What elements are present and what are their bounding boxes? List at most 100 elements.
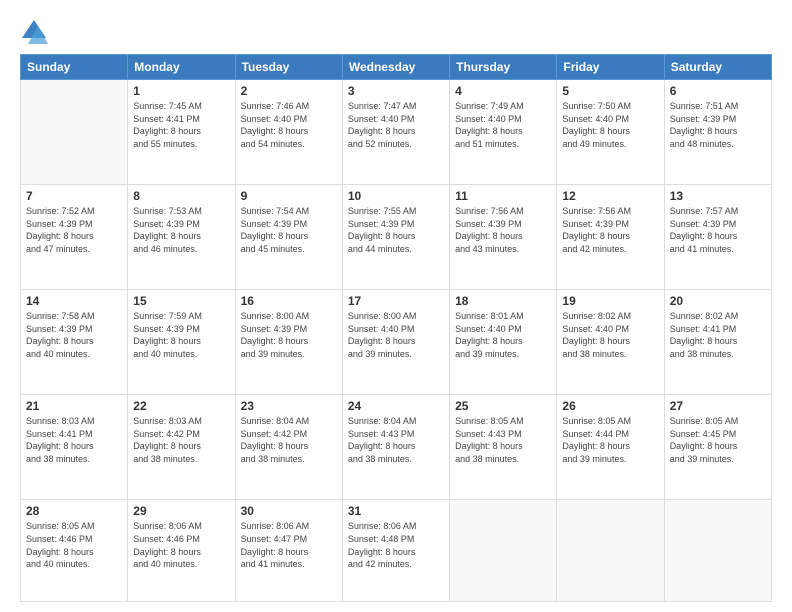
calendar-cell: 3 Sunrise: 7:47 AM Sunset: 4:40 PM Daylig…: [342, 80, 449, 185]
day-number: 15: [133, 294, 229, 308]
calendar-week-row: 7 Sunrise: 7:52 AM Sunset: 4:39 PM Daylig…: [21, 185, 772, 290]
day-number: 6: [670, 84, 766, 98]
calendar-cell: 26Sunrise: 8:05 AM Sunset: 4:44 PM Dayli…: [557, 395, 664, 500]
day-number: 30: [241, 504, 337, 518]
calendar-cell: 18 Sunrise: 8:01 AM Sunset: 4:40 PM Dayli…: [450, 290, 557, 395]
day-number: 23: [241, 399, 337, 413]
calendar-cell: 6 Sunrise: 7:51 AM Sunset: 4:39 PM Daylig…: [664, 80, 771, 185]
day-number: 4: [455, 84, 551, 98]
cell-info: Sunrise: 7:52 AM Sunset: 4:39 PM Dayligh…: [26, 205, 122, 255]
calendar-cell: 16 Sunrise: 8:00 AM Sunset: 4:39 PM Dayli…: [235, 290, 342, 395]
calendar-cell: 28Sunrise: 8:05 AM Sunset: 4:46 PM Dayli…: [21, 500, 128, 602]
cell-info: Sunrise: 8:02 AM Sunset: 4:41 PM Dayligh…: [670, 310, 766, 360]
calendar-table: SundayMondayTuesdayWednesdayThursdayFrid…: [20, 54, 772, 602]
day-number: 7: [26, 189, 122, 203]
day-number: 20: [670, 294, 766, 308]
day-number: 1: [133, 84, 229, 98]
calendar-cell: 20 Sunrise: 8:02 AM Sunset: 4:41 PM Dayli…: [664, 290, 771, 395]
cell-info: Sunrise: 7:55 AM Sunset: 4:39 PM Dayligh…: [348, 205, 444, 255]
day-number: 5: [562, 84, 658, 98]
weekday-header-friday: Friday: [557, 55, 664, 80]
calendar-cell: [664, 500, 771, 602]
cell-info: Sunrise: 7:49 AM Sunset: 4:40 PM Dayligh…: [455, 100, 551, 150]
calendar-cell: 27 Sunrise: 8:05 AM Sunset: 4:45 PM Dayli…: [664, 395, 771, 500]
calendar-cell: 5 Sunrise: 7:50 AM Sunset: 4:40 PM Daylig…: [557, 80, 664, 185]
cell-info: Sunrise: 8:05 AM Sunset: 4:43 PM Dayligh…: [455, 415, 551, 465]
cell-info: Sunrise: 8:00 AM Sunset: 4:39 PM Dayligh…: [241, 310, 337, 360]
day-number: 16: [241, 294, 337, 308]
cell-info: Sunrise: 7:57 AM Sunset: 4:39 PM Dayligh…: [670, 205, 766, 255]
calendar-week-row: 1 Sunrise: 7:45 AM Sunset: 4:41 PM Daylig…: [21, 80, 772, 185]
logo-icon: [20, 18, 48, 46]
calendar-cell: 30 Sunrise: 8:06 AM Sunset: 4:47 PM Dayli…: [235, 500, 342, 602]
calendar-cell: 21Sunrise: 8:03 AM Sunset: 4:41 PM Dayli…: [21, 395, 128, 500]
calendar-week-row: 28Sunrise: 8:05 AM Sunset: 4:46 PM Dayli…: [21, 500, 772, 602]
cell-info: Sunrise: 7:45 AM Sunset: 4:41 PM Dayligh…: [133, 100, 229, 150]
calendar-cell: 1 Sunrise: 7:45 AM Sunset: 4:41 PM Daylig…: [128, 80, 235, 185]
day-number: 28: [26, 504, 122, 518]
day-number: 8: [133, 189, 229, 203]
day-number: 11: [455, 189, 551, 203]
calendar-cell: 29 Sunrise: 8:06 AM Sunset: 4:46 PM Dayli…: [128, 500, 235, 602]
calendar-cell: 12Sunrise: 7:56 AM Sunset: 4:39 PM Dayli…: [557, 185, 664, 290]
day-number: 14: [26, 294, 122, 308]
calendar-cell: 22Sunrise: 8:03 AM Sunset: 4:42 PM Dayli…: [128, 395, 235, 500]
weekday-header-monday: Monday: [128, 55, 235, 80]
day-number: 17: [348, 294, 444, 308]
cell-info: Sunrise: 7:54 AM Sunset: 4:39 PM Dayligh…: [241, 205, 337, 255]
weekday-header-row: SundayMondayTuesdayWednesdayThursdayFrid…: [21, 55, 772, 80]
cell-info: Sunrise: 8:05 AM Sunset: 4:44 PM Dayligh…: [562, 415, 658, 465]
cell-info: Sunrise: 8:04 AM Sunset: 4:42 PM Dayligh…: [241, 415, 337, 465]
calendar-cell: [557, 500, 664, 602]
calendar-cell: 4 Sunrise: 7:49 AM Sunset: 4:40 PM Daylig…: [450, 80, 557, 185]
calendar-cell: 14 Sunrise: 7:58 AM Sunset: 4:39 PM Dayli…: [21, 290, 128, 395]
cell-info: Sunrise: 8:06 AM Sunset: 4:48 PM Dayligh…: [348, 520, 444, 570]
cell-info: Sunrise: 8:06 AM Sunset: 4:47 PM Dayligh…: [241, 520, 337, 570]
day-number: 3: [348, 84, 444, 98]
cell-info: Sunrise: 7:59 AM Sunset: 4:39 PM Dayligh…: [133, 310, 229, 360]
calendar-week-row: 14 Sunrise: 7:58 AM Sunset: 4:39 PM Dayli…: [21, 290, 772, 395]
day-number: 25: [455, 399, 551, 413]
cell-info: Sunrise: 7:53 AM Sunset: 4:39 PM Dayligh…: [133, 205, 229, 255]
day-number: 29: [133, 504, 229, 518]
cell-info: Sunrise: 7:58 AM Sunset: 4:39 PM Dayligh…: [26, 310, 122, 360]
calendar-cell: 11 Sunrise: 7:56 AM Sunset: 4:39 PM Dayli…: [450, 185, 557, 290]
weekday-header-tuesday: Tuesday: [235, 55, 342, 80]
cell-info: Sunrise: 8:04 AM Sunset: 4:43 PM Dayligh…: [348, 415, 444, 465]
day-number: 9: [241, 189, 337, 203]
cell-info: Sunrise: 7:46 AM Sunset: 4:40 PM Dayligh…: [241, 100, 337, 150]
calendar-cell: [450, 500, 557, 602]
weekday-header-sunday: Sunday: [21, 55, 128, 80]
page: SundayMondayTuesdayWednesdayThursdayFrid…: [0, 0, 792, 612]
cell-info: Sunrise: 7:47 AM Sunset: 4:40 PM Dayligh…: [348, 100, 444, 150]
logo: [20, 18, 52, 46]
cell-info: Sunrise: 7:51 AM Sunset: 4:39 PM Dayligh…: [670, 100, 766, 150]
header: [20, 18, 772, 46]
cell-info: Sunrise: 7:56 AM Sunset: 4:39 PM Dayligh…: [455, 205, 551, 255]
day-number: 24: [348, 399, 444, 413]
cell-info: Sunrise: 8:02 AM Sunset: 4:40 PM Dayligh…: [562, 310, 658, 360]
cell-info: Sunrise: 8:01 AM Sunset: 4:40 PM Dayligh…: [455, 310, 551, 360]
calendar-cell: 9 Sunrise: 7:54 AM Sunset: 4:39 PM Daylig…: [235, 185, 342, 290]
cell-info: Sunrise: 8:00 AM Sunset: 4:40 PM Dayligh…: [348, 310, 444, 360]
calendar-cell: 24 Sunrise: 8:04 AM Sunset: 4:43 PM Dayli…: [342, 395, 449, 500]
calendar-cell: 7 Sunrise: 7:52 AM Sunset: 4:39 PM Daylig…: [21, 185, 128, 290]
calendar-cell: 15 Sunrise: 7:59 AM Sunset: 4:39 PM Dayli…: [128, 290, 235, 395]
cell-info: Sunrise: 8:03 AM Sunset: 4:41 PM Dayligh…: [26, 415, 122, 465]
calendar-cell: 31Sunrise: 8:06 AM Sunset: 4:48 PM Dayli…: [342, 500, 449, 602]
day-number: 2: [241, 84, 337, 98]
day-number: 12: [562, 189, 658, 203]
weekday-header-saturday: Saturday: [664, 55, 771, 80]
cell-info: Sunrise: 8:05 AM Sunset: 4:45 PM Dayligh…: [670, 415, 766, 465]
weekday-header-thursday: Thursday: [450, 55, 557, 80]
day-number: 27: [670, 399, 766, 413]
calendar-week-row: 21Sunrise: 8:03 AM Sunset: 4:41 PM Dayli…: [21, 395, 772, 500]
calendar-cell: 8 Sunrise: 7:53 AM Sunset: 4:39 PM Daylig…: [128, 185, 235, 290]
cell-info: Sunrise: 8:06 AM Sunset: 4:46 PM Dayligh…: [133, 520, 229, 570]
day-number: 18: [455, 294, 551, 308]
calendar-cell: 17 Sunrise: 8:00 AM Sunset: 4:40 PM Dayli…: [342, 290, 449, 395]
cell-info: Sunrise: 7:50 AM Sunset: 4:40 PM Dayligh…: [562, 100, 658, 150]
calendar-cell: 2 Sunrise: 7:46 AM Sunset: 4:40 PM Daylig…: [235, 80, 342, 185]
day-number: 19: [562, 294, 658, 308]
day-number: 13: [670, 189, 766, 203]
